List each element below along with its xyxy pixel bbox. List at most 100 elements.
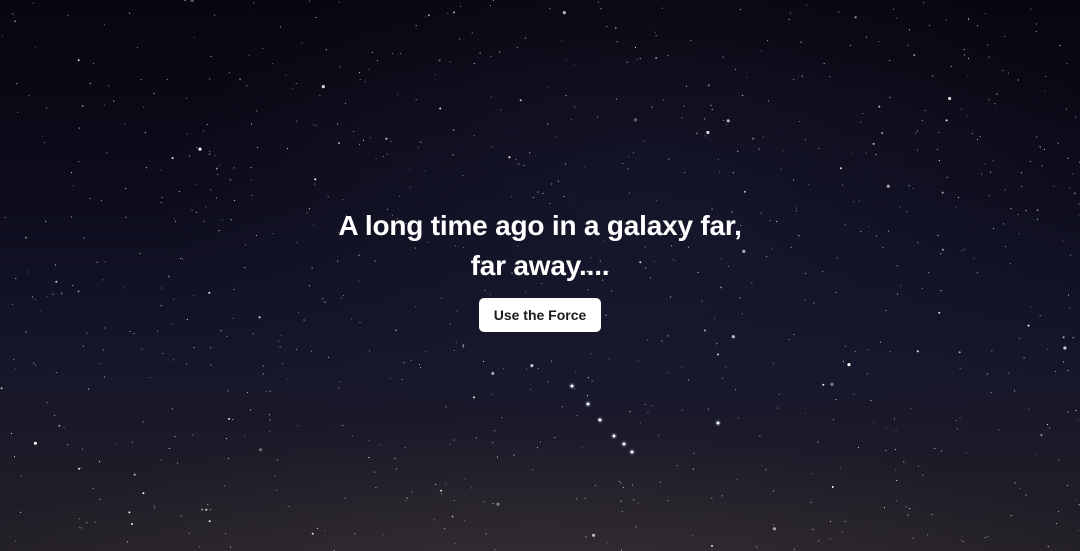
star: [276, 489, 278, 491]
star: [860, 121, 862, 123]
star: [229, 178, 231, 180]
star: [829, 538, 831, 540]
star: [14, 20, 17, 23]
star: [1065, 108, 1067, 110]
star: [1063, 361, 1065, 363]
star: [251, 194, 253, 196]
star: [798, 120, 801, 123]
star: [639, 57, 641, 59]
star: [717, 158, 719, 160]
bright-star: [630, 450, 634, 454]
star: [667, 372, 669, 374]
star: [984, 12, 986, 15]
star: [449, 61, 451, 63]
star: [916, 130, 918, 132]
star: [839, 467, 841, 469]
star: [710, 104, 712, 106]
star: [33, 362, 35, 364]
star: [616, 41, 618, 43]
star: [475, 437, 477, 439]
star: [453, 349, 455, 351]
star: [227, 390, 229, 392]
star: [823, 62, 825, 65]
star: [529, 152, 531, 154]
star: [542, 192, 544, 195]
star: [296, 120, 298, 122]
star: [537, 191, 539, 193]
star: [735, 389, 737, 391]
star: [13, 358, 15, 360]
star: [994, 103, 996, 105]
star: [454, 543, 456, 545]
star: [633, 499, 635, 501]
star: [793, 333, 795, 336]
star: [667, 499, 669, 501]
star: [767, 40, 769, 42]
star: [551, 360, 553, 362]
star: [1046, 424, 1049, 426]
star: [1004, 35, 1006, 37]
star: [946, 176, 948, 178]
star: [207, 503, 209, 505]
star: [390, 140, 392, 142]
star: [435, 483, 437, 485]
star: [265, 391, 268, 393]
star: [945, 19, 947, 21]
star: [34, 364, 37, 366]
star: [368, 68, 370, 70]
star: [420, 141, 422, 143]
star: [889, 96, 891, 98]
star: [773, 362, 775, 364]
star: [15, 540, 17, 542]
star: [525, 368, 528, 370]
star: [196, 183, 198, 185]
star: [67, 14, 69, 16]
star: [141, 348, 143, 350]
star: [1014, 482, 1016, 484]
star: [1055, 370, 1057, 373]
star: [490, 56, 492, 58]
star: [765, 469, 767, 471]
star: [572, 199, 574, 201]
star: [879, 341, 881, 343]
star: [896, 480, 898, 482]
star: [453, 11, 455, 14]
star: [142, 492, 145, 495]
star: [103, 376, 105, 378]
star: [965, 452, 967, 454]
star: [1039, 145, 1041, 147]
star: [967, 18, 970, 20]
star: [721, 495, 723, 497]
star: [20, 475, 22, 477]
star: [987, 536, 989, 538]
star: [835, 399, 837, 401]
star: [177, 462, 179, 464]
star: [1035, 453, 1037, 455]
star: [78, 518, 80, 520]
star: [793, 78, 795, 80]
star: [420, 366, 422, 369]
star: [667, 335, 669, 337]
star: [818, 540, 820, 542]
star: [735, 68, 737, 71]
star: [788, 19, 790, 21]
star: [41, 135, 44, 138]
star: [551, 183, 553, 185]
star: [692, 468, 694, 470]
star: [851, 153, 853, 155]
use-the-force-button[interactable]: Use the Force: [479, 298, 601, 332]
star: [684, 172, 686, 174]
star: [620, 549, 622, 551]
star: [804, 412, 806, 415]
star: [10, 433, 12, 435]
star: [549, 203, 551, 205]
star: [172, 359, 174, 361]
star: [1043, 148, 1046, 151]
star: [368, 457, 370, 459]
star: [441, 493, 443, 495]
star: [462, 175, 464, 177]
star: [404, 447, 406, 449]
star: [199, 546, 201, 548]
star: [626, 61, 628, 63]
star: [647, 412, 649, 414]
